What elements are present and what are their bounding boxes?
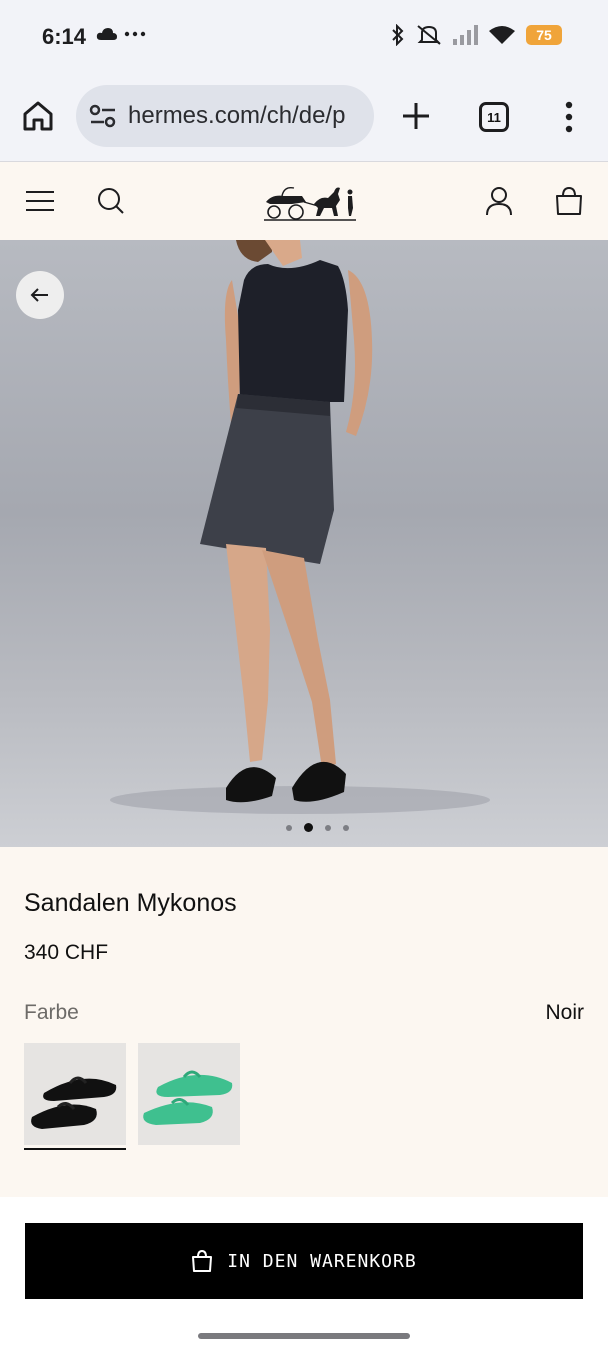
black-sandal-image [31,1076,117,1129]
menu-icon[interactable] [24,184,58,218]
account-icon[interactable] [482,184,516,218]
bag-icon[interactable] [552,184,586,218]
green-sandal-image [143,1070,233,1125]
tab-count: 11 [487,109,501,125]
site-header [0,162,608,240]
new-tab-icon[interactable] [398,98,434,134]
mute-icon [417,25,441,45]
bottom-bar: IN DEN WARENKORB [0,1197,608,1350]
battery-indicator: 75 [526,25,562,45]
gallery-dot[interactable] [285,824,292,831]
model-photo [110,240,490,814]
bluetooth-icon [392,24,404,46]
product-info: Sandalen Mykonos 340 CHF Farbe Noir [0,847,608,1197]
url-text: hermes.com/ch/de/p [128,102,346,129]
search-icon[interactable] [94,184,128,218]
color-swatch-noir[interactable] [24,1043,126,1145]
add-to-cart-label: IN DEN WARENKORB [227,1250,417,1272]
status-right-icons: 75 [390,24,562,46]
address-bar[interactable]: hermes.com/ch/de/p [76,85,374,147]
wifi-icon [489,26,515,44]
browser-toolbar: hermes.com/ch/de/p 11 [0,72,608,162]
home-icon[interactable] [20,98,56,134]
back-button[interactable] [16,271,64,319]
status-left-icons [96,27,146,41]
arrow-left-icon [30,288,48,302]
product-price: 340 CHF [24,941,109,964]
gallery-dot-active[interactable] [303,823,313,832]
gallery-dot[interactable] [342,824,349,831]
selected-color: Noir [545,1001,584,1024]
status-bar: 6:14 75 [0,0,608,72]
cloud-icon [96,28,117,40]
hermes-logo[interactable] [262,176,360,226]
color-swatch-green[interactable] [138,1043,240,1145]
more-dots-icon [124,31,146,37]
site-settings-icon[interactable] [88,103,118,129]
selected-swatch-indicator [24,1148,126,1150]
browser-menu-icon[interactable] [554,100,584,134]
product-image-gallery[interactable] [0,240,608,847]
add-to-cart-button[interactable]: IN DEN WARENKORB [25,1223,583,1299]
color-label: Farbe [24,1001,79,1024]
status-time: 6:14 [42,24,87,49]
gesture-home-indicator[interactable] [198,1333,410,1339]
gallery-dot[interactable] [324,824,331,831]
tab-switcher-button[interactable]: 11 [479,102,509,132]
bag-icon [192,1249,213,1272]
gallery-pagination [0,823,608,832]
product-title: Sandalen Mykonos [24,889,237,917]
signal-icon [453,25,478,45]
